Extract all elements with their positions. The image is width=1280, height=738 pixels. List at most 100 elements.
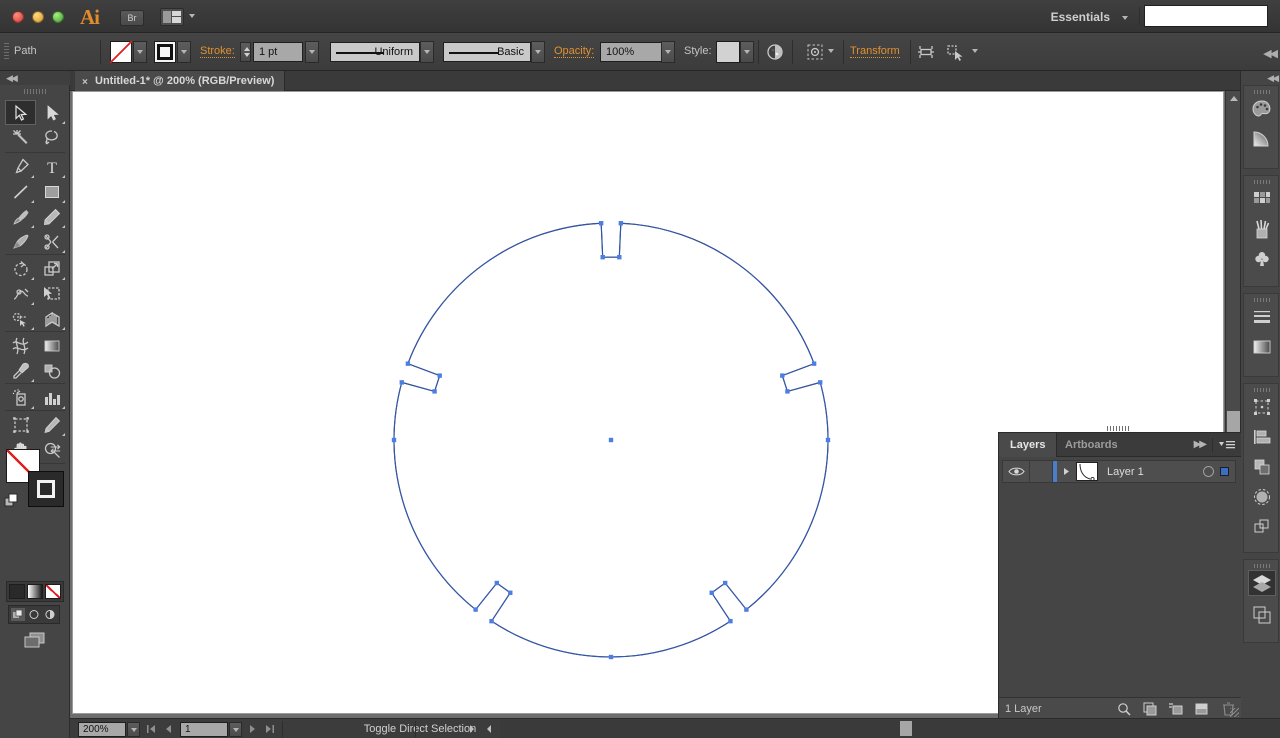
gradient-tool[interactable] bbox=[36, 333, 67, 358]
selection-indicator[interactable] bbox=[1220, 467, 1229, 476]
horizontal-scroll-thumb[interactable] bbox=[900, 721, 912, 736]
disclosure-triangle-icon[interactable] bbox=[1057, 467, 1075, 476]
perspective-grid-tool[interactable] bbox=[36, 306, 67, 331]
rotate-tool[interactable] bbox=[5, 256, 36, 281]
zoom-dropdown-button[interactable] bbox=[127, 722, 140, 737]
anchor-point[interactable] bbox=[617, 255, 621, 259]
anchor-point[interactable] bbox=[438, 373, 442, 377]
scroll-up-icon[interactable] bbox=[1230, 96, 1238, 101]
anchor-point[interactable] bbox=[826, 438, 830, 442]
draw-behind-button[interactable] bbox=[27, 608, 41, 621]
draw-inside-button[interactable] bbox=[43, 608, 57, 621]
collapse-toolbox-icon[interactable]: ◀◀ bbox=[6, 73, 16, 84]
previous-artboard-icon[interactable] bbox=[163, 724, 173, 734]
collapse-control-bar-icon[interactable]: ◀◀ bbox=[1263, 47, 1276, 60]
anchor-point[interactable] bbox=[728, 619, 732, 623]
transform-button[interactable]: Transform bbox=[850, 45, 900, 58]
center-point[interactable] bbox=[609, 438, 613, 442]
minimize-window-button[interactable] bbox=[32, 11, 44, 23]
draw-normal-button[interactable] bbox=[11, 608, 25, 621]
anchor-point[interactable] bbox=[619, 221, 623, 225]
anchor-point[interactable] bbox=[710, 591, 714, 595]
color-panel-icon[interactable] bbox=[1248, 96, 1276, 122]
anchor-point[interactable] bbox=[723, 581, 727, 585]
anchor-point[interactable] bbox=[400, 380, 404, 384]
none-mode-button[interactable] bbox=[45, 584, 61, 599]
first-artboard-icon[interactable] bbox=[146, 724, 156, 734]
brush-dropdown-button[interactable] bbox=[531, 41, 545, 63]
chevron-down-icon[interactable] bbox=[972, 49, 978, 53]
symbol-sprayer-tool[interactable] bbox=[5, 385, 36, 410]
chevron-down-icon[interactable] bbox=[1122, 16, 1128, 20]
opacity-label[interactable]: Opacity: bbox=[554, 45, 594, 58]
document-tab[interactable]: × Untitled-1* @ 200% (RGB/Preview) bbox=[75, 71, 285, 91]
eye-icon[interactable] bbox=[1003, 466, 1029, 477]
make-clipping-mask-button[interactable] bbox=[1137, 699, 1163, 719]
shape-options-icon[interactable] bbox=[805, 42, 825, 62]
change-screen-mode-button[interactable] bbox=[22, 629, 50, 651]
anchor-point[interactable] bbox=[599, 221, 603, 225]
anchor-point[interactable] bbox=[744, 607, 748, 611]
stroke-weight-dropdown-button[interactable] bbox=[305, 41, 319, 63]
search-input[interactable] bbox=[1144, 5, 1268, 27]
arrange-documents-button[interactable] bbox=[160, 8, 184, 26]
target-indicator[interactable] bbox=[1203, 466, 1214, 477]
style-dropdown-button[interactable] bbox=[740, 41, 754, 63]
zoom-level-field[interactable]: 200% bbox=[78, 722, 126, 737]
lasso-tool[interactable] bbox=[36, 125, 67, 150]
eraser-tool[interactable] bbox=[36, 229, 67, 254]
vertical-scroll-thumb[interactable] bbox=[1227, 411, 1240, 433]
control-bar-grip[interactable] bbox=[4, 43, 9, 61]
panel-menu-icon[interactable] bbox=[1218, 440, 1236, 451]
lock-toggle[interactable] bbox=[1029, 461, 1053, 482]
artboards-panel-icon[interactable] bbox=[1248, 602, 1276, 628]
opacity-dropdown-button[interactable] bbox=[661, 41, 675, 63]
mesh-tool[interactable] bbox=[5, 333, 36, 358]
layers-list[interactable]: Layer 1 bbox=[999, 457, 1241, 699]
fill-dropdown-button[interactable] bbox=[133, 41, 147, 63]
anchor-point[interactable] bbox=[508, 591, 512, 595]
close-icon[interactable]: × bbox=[82, 73, 88, 93]
stroke-swatch[interactable] bbox=[154, 41, 176, 63]
anchor-point[interactable] bbox=[601, 255, 605, 259]
close-window-button[interactable] bbox=[12, 11, 24, 23]
brush-definition-field[interactable]: Basic bbox=[443, 42, 531, 62]
gradient-panel-icon[interactable] bbox=[1248, 334, 1276, 360]
artboard-dropdown-button[interactable] bbox=[229, 722, 242, 737]
dock-group-grip[interactable] bbox=[1254, 298, 1270, 302]
color-mode-button[interactable] bbox=[9, 584, 25, 599]
slice-tool[interactable] bbox=[36, 412, 67, 437]
stroke-color-black[interactable] bbox=[28, 471, 64, 507]
transform-panel-icon[interactable] bbox=[1248, 394, 1276, 420]
dock-group-grip[interactable] bbox=[1254, 90, 1270, 94]
rectangle-tool[interactable] bbox=[36, 179, 67, 204]
artboard-number-field[interactable]: 1 bbox=[180, 722, 228, 737]
fill-swatch[interactable] bbox=[110, 41, 132, 63]
pen-tool[interactable] bbox=[5, 154, 36, 179]
eyedropper-tool[interactable] bbox=[5, 358, 36, 383]
align-panel-icon[interactable] bbox=[1248, 424, 1276, 450]
anchor-point[interactable] bbox=[406, 361, 410, 365]
expand-dock-icon[interactable]: ◀◀ bbox=[1267, 73, 1277, 84]
tab-layers[interactable]: Layers bbox=[999, 433, 1057, 457]
anchor-point[interactable] bbox=[609, 655, 613, 659]
dock-group-grip[interactable] bbox=[1254, 388, 1270, 392]
anchor-point[interactable] bbox=[785, 389, 789, 393]
panel-resize-grip[interactable] bbox=[1230, 708, 1239, 717]
select-similar-icon[interactable] bbox=[945, 42, 965, 62]
stroke-panel-icon[interactable] bbox=[1248, 304, 1276, 330]
brushes-panel-icon[interactable] bbox=[1248, 216, 1276, 242]
anchor-point[interactable] bbox=[489, 619, 493, 623]
chevron-down-icon[interactable] bbox=[828, 49, 834, 53]
artboard-tool[interactable] bbox=[5, 412, 36, 437]
locate-object-button[interactable] bbox=[1111, 699, 1137, 719]
stroke-dropdown-button[interactable] bbox=[177, 41, 191, 63]
zoom-window-button[interactable] bbox=[52, 11, 64, 23]
symbols-panel-icon[interactable] bbox=[1248, 246, 1276, 272]
create-new-layer-button[interactable] bbox=[1189, 699, 1215, 719]
pencil-tool[interactable] bbox=[36, 204, 67, 229]
free-transform-tool[interactable] bbox=[36, 281, 67, 306]
anchor-point[interactable] bbox=[780, 373, 784, 377]
type-tool[interactable]: T bbox=[36, 154, 67, 179]
dock-group-grip[interactable] bbox=[1254, 180, 1270, 184]
